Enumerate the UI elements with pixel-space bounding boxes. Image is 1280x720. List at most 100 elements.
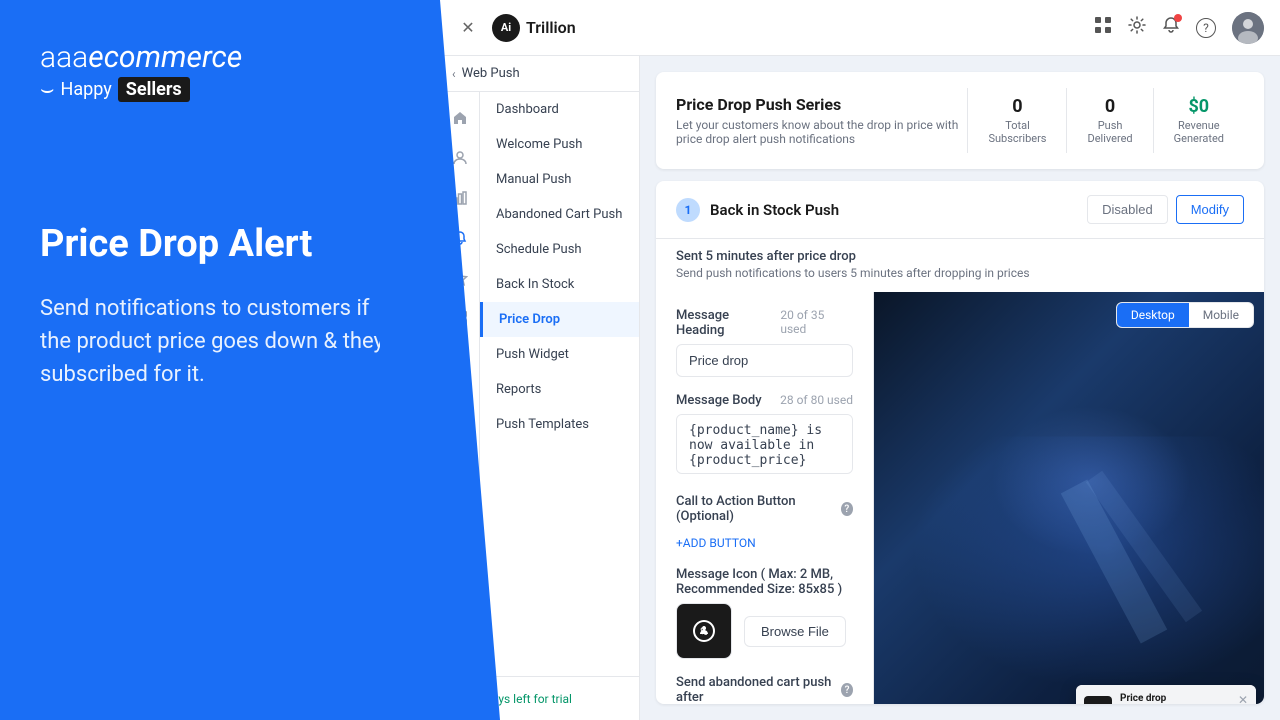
abandoned-label-text: Send abandoned cart push after (676, 675, 835, 704)
form-label-icon: Message Icon ( Max: 2 MB, Recommended Si… (676, 567, 853, 597)
header-stats: 0 Total Subscribers 0 Push Delivered $0 … (967, 88, 1244, 153)
stat-revenue: $0 Revenue Generated (1153, 88, 1244, 153)
sidebar-item-schedule-push[interactable]: Schedule Push (480, 232, 639, 267)
brand-name: Trillion (526, 18, 576, 37)
push-notif-header: % Price drop {product_name} is now avail… (1076, 685, 1256, 704)
push-notification: % Price drop {product_name} is now avail… (1076, 685, 1256, 704)
push-card-desc: Send push notifications to users 5 minut… (656, 266, 1264, 292)
icon-upload-area: % Browse File (676, 603, 853, 659)
hero-title: Price Drop Alert (40, 222, 400, 268)
bell-icon[interactable] (1162, 16, 1180, 39)
step-number: 1 (676, 198, 700, 222)
form-group-heading: Message Heading 20 of 35 used (676, 308, 853, 377)
header-card: Price Drop Push Series Let your customer… (656, 72, 1264, 169)
push-card-subtitle: Sent 5 minutes after price drop (656, 239, 1264, 266)
icon-preview: % (676, 603, 732, 659)
icon-label-text: Message Icon ( Max: 2 MB, Recommended Si… (676, 567, 853, 597)
push-notif-title: Price drop (1120, 693, 1230, 704)
top-bar-icons: ? (1094, 12, 1264, 44)
sidebar-item-push-widget[interactable]: Push Widget (480, 337, 639, 372)
brand-ecommerce: ecommerce (88, 40, 242, 75)
help-icon[interactable]: ? (1196, 18, 1216, 38)
content-area: Price Drop Push Series Let your customer… (640, 56, 1280, 720)
close-button[interactable]: ✕ (456, 16, 480, 40)
push-card-actions: Disabled Modify (1087, 195, 1244, 224)
sidebar-item-push-templates[interactable]: Push Templates (480, 407, 639, 442)
brand-sellers-badge: Sellers (118, 77, 190, 102)
main-content: ‹ Web Push (440, 56, 1280, 720)
sidebar-item-reports[interactable]: Reports (480, 372, 639, 407)
stat-delivered-label: Push Delivered (1087, 119, 1132, 145)
browse-file-button[interactable]: Browse File (744, 616, 846, 647)
sidebar-item-dashboard[interactable]: Dashboard (480, 92, 639, 127)
header-card-left: Price Drop Push Series Let your customer… (676, 95, 967, 146)
left-panel: aaa ecommerce ⌣ Happy Sellers Price Drop… (0, 0, 440, 720)
sidebar-item-abandoned-cart-push[interactable]: Abandoned Cart Push (480, 197, 639, 232)
ai-trillion-logo: Ai Trillion (492, 14, 576, 42)
form-label-body: Message Body 28 of 80 used (676, 393, 853, 408)
message-body-chars: 28 of 80 used (780, 393, 853, 408)
series-description: Let your customers know about the drop i… (676, 118, 967, 146)
close-icon: ✕ (461, 18, 474, 37)
preview-area: Desktop Mobile (874, 292, 1264, 704)
right-panel: ✕ Ai Trillion (440, 0, 1280, 720)
message-heading-input[interactable] (676, 344, 853, 377)
push-notif-icon: % (1084, 696, 1112, 704)
stat-delivered: 0 Push Delivered (1066, 88, 1152, 153)
push-notif-content: Price drop {product_name} is now availab… (1120, 693, 1230, 704)
desktop-glow (991, 406, 1191, 556)
disabled-button[interactable]: Disabled (1087, 195, 1168, 224)
top-bar: ✕ Ai Trillion (440, 0, 1280, 56)
grid-icon[interactable] (1094, 16, 1112, 39)
settings-icon[interactable] (1128, 16, 1146, 39)
form-group-cta: Call to Action Button (Optional) ? +ADD … (676, 494, 853, 551)
sidebar-item-back-in-stock[interactable]: Back In Stock (480, 267, 639, 302)
abandoned-label: Send abandoned cart push after ? (676, 675, 853, 704)
series-title: Price Drop Push Series (676, 95, 967, 114)
stat-subscribers: 0 Total Subscribers (967, 88, 1066, 153)
push-notif-close-icon[interactable]: ✕ (1238, 693, 1248, 704)
message-heading-label: Message Heading (676, 308, 780, 338)
desktop-background: % Price drop {product_name} is now avail… (874, 292, 1264, 704)
cta-label: Call to Action Button (Optional) ? (676, 494, 853, 524)
form-group-icon: Message Icon ( Max: 2 MB, Recommended Si… (676, 567, 853, 659)
stat-subscribers-label: Total Subscribers (988, 119, 1046, 145)
stat-revenue-value: $0 (1174, 96, 1224, 117)
stat-revenue-label: Revenue Generated (1174, 119, 1224, 145)
sidebar-item-price-drop[interactable]: Price Drop (480, 302, 639, 337)
form-group-body: Message Body 28 of 80 used {product_name… (676, 393, 853, 478)
brand-logo: aaa ecommerce ⌣ Happy Sellers (40, 40, 400, 102)
tab-desktop[interactable]: Desktop (1117, 303, 1189, 327)
sidebar-item-welcome-push[interactable]: Welcome Push (480, 127, 639, 162)
push-form: Message Heading 20 of 35 used Message Bo… (656, 292, 874, 704)
web-push-label: Web Push (462, 66, 520, 81)
form-label-heading: Message Heading 20 of 35 used (676, 308, 853, 338)
avatar[interactable] (1232, 12, 1264, 44)
svg-text:%: % (700, 627, 707, 638)
sidebar-menu: Dashboard Welcome Push Manual Push Aband… (480, 92, 639, 676)
chevron-left-icon: ‹ (452, 67, 456, 81)
brand-happy: Happy (60, 79, 111, 100)
sidebar-item-manual-push[interactable]: Manual Push (480, 162, 639, 197)
cta-label-text: Call to Action Button (Optional) (676, 494, 835, 524)
push-card-title: 1 Back in Stock Push (676, 198, 839, 222)
brand-aaa: aaa (40, 40, 88, 75)
notification-dot (1174, 14, 1182, 22)
message-body-label: Message Body (676, 393, 762, 408)
web-push-button[interactable]: ‹ Web Push (440, 56, 639, 92)
brand-smile: ⌣ (40, 77, 54, 102)
push-card-body: Message Heading 20 of 35 used Message Bo… (656, 292, 1264, 704)
cta-info-icon[interactable]: ? (841, 502, 853, 516)
modify-button[interactable]: Modify (1176, 195, 1244, 224)
preview-tabs: Desktop Mobile (1116, 302, 1254, 328)
ai-logo-circle: Ai (492, 14, 520, 42)
ai-logo-text: Ai (501, 21, 511, 34)
hero-description: Send notifications to customers if the p… (40, 292, 400, 391)
abandoned-info-icon[interactable]: ? (841, 683, 853, 697)
push-card-title-text: Back in Stock Push (710, 201, 839, 219)
tab-mobile[interactable]: Mobile (1189, 303, 1253, 327)
message-body-textarea[interactable]: {product_name} is now available in {prod… (676, 414, 853, 474)
add-button-link[interactable]: +ADD BUTTON (676, 536, 756, 550)
push-card-header: 1 Back in Stock Push Disabled Modify (656, 181, 1264, 239)
stat-delivered-value: 0 (1087, 96, 1132, 117)
